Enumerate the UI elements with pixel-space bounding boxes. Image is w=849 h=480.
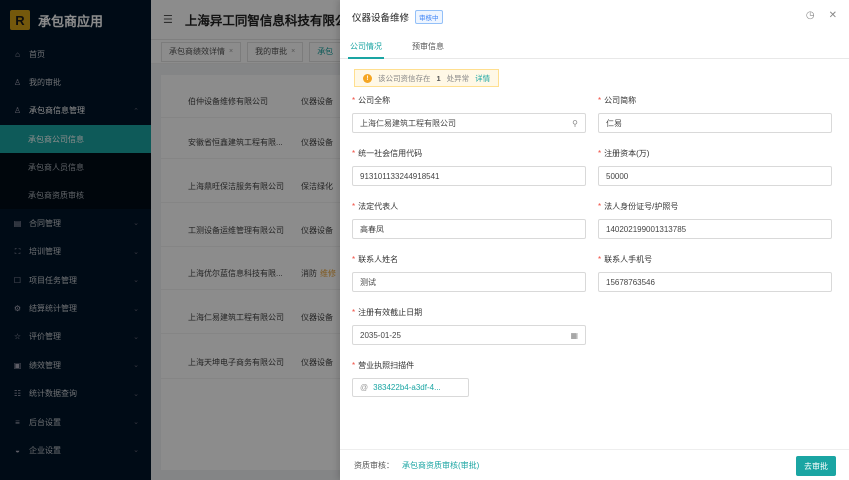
- tab-company-info[interactable]: 公司情况: [348, 41, 384, 59]
- short-name-label: 公司简称: [604, 96, 637, 105]
- contact-phone-label: 联系人手机号: [604, 255, 653, 264]
- short-name-input[interactable]: 仁易: [598, 113, 832, 133]
- field-legal-rep: * 法定代表人 高春凤: [352, 201, 586, 239]
- field-short-name: * 公司简称 仁易: [598, 95, 832, 133]
- capital-input[interactable]: 50000: [598, 166, 832, 186]
- legal-rep-input[interactable]: 高春凤: [352, 219, 586, 239]
- credit-warning: ! 该公司资信存在 1 处异常 详情: [354, 69, 500, 87]
- contact-name-label: 联系人姓名: [358, 255, 399, 264]
- drawer-footer: 资质审核： 承包商资质审核(审批) 去审批: [340, 449, 849, 480]
- warning-suffix: 处异常: [446, 73, 470, 83]
- expiry-label: 注册有效截止日期: [358, 308, 423, 317]
- tab-prequal-info[interactable]: 预审信息: [412, 41, 444, 58]
- full-name-label: 公司全称: [358, 96, 391, 105]
- legal-rep-label: 法定代表人: [358, 202, 399, 211]
- field-id-number: * 法人身份证号/护照号 140202199001313785: [598, 201, 832, 239]
- license-label: 营业执照扫描件: [358, 361, 415, 370]
- footer-label: 资质审核：: [354, 460, 394, 470]
- drawer-mask[interactable]: [0, 0, 340, 480]
- search-icon[interactable]: ⚲: [572, 119, 578, 128]
- attachment-icon: @: [360, 383, 369, 392]
- warning-detail-link[interactable]: 详情: [475, 73, 490, 84]
- qualification-review-link[interactable]: 承包商资质审核(审批): [402, 460, 479, 471]
- license-filename: 383422b4-a3df-4...: [373, 383, 441, 392]
- field-license: * 营业执照扫描件 @383422b4-a3df-4...: [352, 360, 586, 397]
- drawer-header: 仪器设备维修 审核中 ◷ ✕: [340, 0, 849, 34]
- field-contact-name: * 联系人姓名 测试: [352, 254, 586, 292]
- id-number-input[interactable]: 140202199001313785: [598, 219, 832, 239]
- credit-code-label: 统一社会信用代码: [358, 149, 423, 158]
- close-icon[interactable]: ✕: [829, 10, 837, 21]
- expiry-value: 2035-01-25: [360, 330, 401, 340]
- warning-count: 1: [436, 73, 441, 83]
- contact-name-input[interactable]: 测试: [352, 272, 586, 292]
- history-icon[interactable]: ◷: [806, 10, 815, 21]
- field-contact-phone: * 联系人手机号 15678763546: [598, 254, 832, 292]
- expiry-date-picker[interactable]: 2035-01-25 ▦: [352, 325, 586, 345]
- detail-drawer: 仪器设备维修 审核中 ◷ ✕ 公司情况 预审信息 ! 该公司资信存在 1 处异常…: [340, 0, 849, 480]
- field-full-name: * 公司全称 上海仁易建筑工程有限公司 ⚲: [352, 95, 586, 133]
- field-credit-code: * 统一社会信用代码 913101133244918541: [352, 148, 586, 186]
- full-name-input[interactable]: 上海仁易建筑工程有限公司 ⚲: [352, 113, 586, 133]
- capital-label: 注册资本(万): [604, 149, 650, 158]
- calendar-icon[interactable]: ▦: [570, 331, 578, 340]
- credit-code-input[interactable]: 913101133244918541: [352, 166, 586, 186]
- drawer-tabs: 公司情况 预审信息: [340, 34, 849, 59]
- contact-phone-input[interactable]: 15678763546: [598, 272, 832, 292]
- id-number-label: 法人身份证号/护照号: [604, 202, 679, 211]
- full-name-value: 上海仁易建筑工程有限公司: [360, 118, 456, 128]
- warning-icon: !: [363, 73, 372, 83]
- go-approve-button[interactable]: 去审批: [796, 456, 836, 476]
- license-file-link[interactable]: @383422b4-a3df-4...: [352, 378, 469, 397]
- field-expiry: * 注册有效截止日期 2035-01-25 ▦: [352, 307, 586, 345]
- drawer-title: 仪器设备维修: [352, 13, 410, 24]
- field-capital: * 注册资本(万) 50000: [598, 148, 832, 186]
- status-badge: 审核中: [415, 10, 443, 24]
- warning-prefix: 该公司资信存在: [378, 73, 431, 83]
